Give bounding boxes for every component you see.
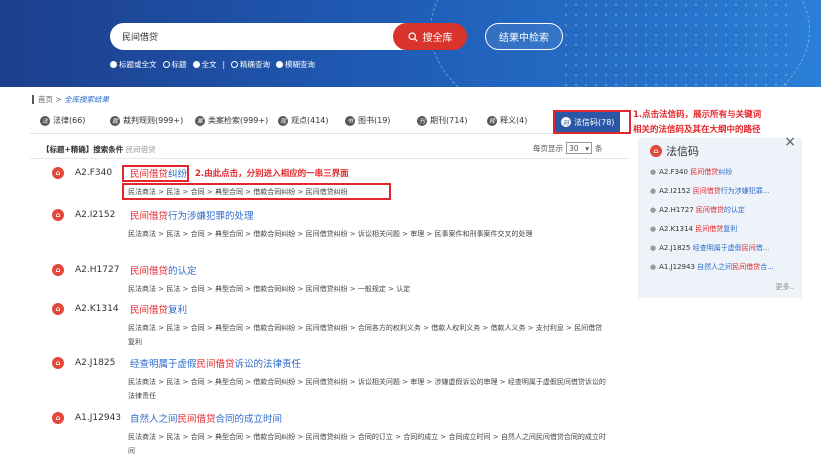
book-icon: 书 (345, 115, 355, 126)
panel-item[interactable]: ● A1.J12943 自然人之间民间借贷合... (650, 262, 798, 281)
faxin-code-icon: ⌂ (52, 167, 64, 179)
faxin-code-icon: ⌂ (52, 209, 64, 221)
faxin-code-icon: ⌂ (52, 412, 64, 424)
result-tabs: 法法律(66) 裁裁判规则(999+) 案类案检索(999+) 观观点(414)… (30, 110, 630, 134)
divider (30, 158, 630, 159)
result-path[interactable]: 民法商法 > 民法 > 合同 > 典型合同 > 借款合同纠纷 > 民间借贷纠纷 … (128, 321, 608, 349)
tab-journals[interactable]: 刊期刊(714) (417, 115, 468, 126)
per-page-control: 每页显示 30 ▾ 条 (533, 142, 603, 154)
result-path[interactable]: 民法商法 > 民法 > 合同 > 典型合同 > 借款合同纠纷 > 民间借贷纠纷 … (128, 430, 608, 458)
tab-interpretation[interactable]: 释释义(4) (487, 115, 527, 126)
views-icon: 观 (278, 115, 288, 126)
result-item: ⌂ A2.I2152 民间借贷行为涉嫌犯罪的处理 民法商法 > 民法 > 合同 > … (52, 208, 622, 241)
annotation-note-2: 1.点击法信码，展示所有与关键词 相关的法信码及其在大纲中的路径 (633, 110, 762, 135)
result-code: A2.J1825 (75, 358, 116, 368)
radio-icon (110, 61, 117, 68)
search-all-button[interactable]: 搜全库 (393, 23, 467, 50)
chevron-down-icon: ▾ (585, 143, 589, 153)
option-fulltext[interactable]: 全文 (192, 59, 217, 70)
breadcrumb: 首页 > 全库搜索结果 (32, 95, 109, 104)
result-title[interactable]: 民间借贷的认定 (130, 263, 197, 277)
faxin-code-icon: ⌂ (52, 357, 64, 369)
result-path[interactable]: 民法商法 > 民法 > 合同 > 典型合同 > 借款合同纠纷 > 民间借贷纠纷 … (128, 282, 608, 296)
panel-list: ● A2.F340 民间借贷纠纷 ● A2.I2152 民间借贷行为涉嫌犯罪... … (650, 167, 798, 281)
search-within-label: 结果中检索 (499, 33, 549, 44)
panel-item[interactable]: ● A2.H1727 民间借贷的认定 (650, 205, 798, 224)
option-divider: | (222, 60, 226, 69)
result-path[interactable]: 民法商法 > 民法 > 合同 > 典型合同 > 借款合同纠纷 > 民间借贷纠纷 … (128, 375, 608, 403)
cases-icon: 案 (195, 115, 205, 126)
tab-cases[interactable]: 案类案检索(999+) (195, 115, 268, 126)
search-within-button[interactable]: 结果中检索 (485, 23, 563, 50)
result-code: A1.J12943 (75, 413, 122, 423)
option-title-or-full[interactable]: 标题或全文 (110, 59, 157, 70)
panel-item[interactable]: ● A2.F340 民间借贷纠纷 (650, 167, 798, 186)
option-fuzzy[interactable]: 模糊查询 (276, 59, 315, 70)
result-item: ⌂ A2.K1314 民间借贷复利 民法商法 > 民法 > 合同 > 典型合同 > … (52, 302, 622, 349)
annotation-box-path (122, 183, 391, 200)
breadcrumb-current[interactable]: 全库搜索结果 (64, 95, 109, 104)
search-conditions: 【标题+精确】搜索条件 民间借贷 (42, 145, 156, 154)
result-path[interactable]: 民法商法 > 民法 > 合同 > 典型合同 > 借款合同纠纷 > 民间借贷纠纷 … (128, 227, 608, 241)
result-item: ⌂ A2.J1825 经查明属于虚假民间借贷诉讼的法律责任 民法商法 > 民法 > … (52, 356, 622, 403)
law-icon: 法 (40, 115, 50, 126)
annotation-box-title (122, 165, 189, 182)
option-title[interactable]: 标题 (162, 59, 187, 70)
rules-icon: 裁 (110, 115, 120, 126)
panel-title: ⌂ 法信码 (650, 143, 699, 159)
tab-rules[interactable]: 裁裁判规则(999+) (110, 115, 183, 126)
decor-dots (561, 0, 791, 87)
result-item: ⌂ A2.H1727 民间借贷的认定 民法商法 > 民法 > 合同 > 典型合同 >… (52, 263, 622, 296)
panel-more-link[interactable]: 更多.. (776, 282, 794, 292)
radio-icon (192, 61, 200, 68)
per-page-select[interactable]: 30 ▾ (566, 142, 592, 154)
journal-icon: 刊 (417, 115, 427, 126)
option-exact[interactable]: 精确查询 (231, 59, 270, 70)
radio-icon (276, 61, 284, 68)
result-code: A2.K1314 (75, 304, 119, 314)
faxin-code-icon: ⌂ (650, 145, 662, 157)
radio-icon (162, 61, 170, 68)
result-title[interactable]: 自然人之间民间借贷合同的成立时间 (130, 411, 282, 425)
result-code: A2.H1727 (75, 265, 120, 275)
faxin-code-icon: ⌂ (52, 264, 64, 276)
faxin-code-panel: × ⌂ 法信码 ● A2.F340 民间借贷纠纷 ● A2.I2152 民间借贷行为涉… (638, 134, 802, 298)
search-all-label: 搜全库 (422, 33, 453, 44)
tab-law[interactable]: 法法律(66) (40, 115, 85, 126)
faxin-code-icon: ⌂ (52, 303, 64, 315)
search-icon (407, 31, 418, 42)
tab-books[interactable]: 书图书(19) (345, 115, 390, 126)
interpretation-icon: 释 (487, 115, 497, 126)
annotation-box-tab (553, 110, 631, 134)
search-hero: 搜全库 结果中检索 标题或全文 标题 全文 | 精确查询 模糊查询 (0, 0, 821, 87)
result-title[interactable]: 民间借贷行为涉嫌犯罪的处理 (130, 208, 254, 222)
result-code: A2.I2152 (75, 210, 116, 220)
search-input[interactable] (122, 29, 382, 44)
radio-icon (231, 61, 239, 68)
result-title[interactable]: 经查明属于虚假民间借贷诉讼的法律责任 (130, 356, 301, 370)
annotation-note-1: 2.由此点击，分别进入相应的一串三界面 (195, 169, 349, 179)
search-options: 标题或全文 标题 全文 | 精确查询 模糊查询 (110, 59, 315, 70)
panel-item[interactable]: ● A2.I2152 民间借贷行为涉嫌犯罪... (650, 186, 798, 205)
result-item: ⌂ A1.J12943 自然人之间民间借贷合同的成立时间 民法商法 > 民法 > 合… (52, 411, 622, 458)
panel-item[interactable]: ● A2.J1825 经查明属于虚假民间借... (650, 243, 798, 262)
close-icon[interactable]: × (784, 134, 796, 150)
panel-item[interactable]: ● A2.K1314 民间借贷复利 (650, 224, 798, 243)
breadcrumb-home[interactable]: 首页 (38, 95, 53, 104)
result-title[interactable]: 民间借贷复利 (130, 302, 187, 316)
tab-views[interactable]: 观观点(414) (278, 115, 329, 126)
